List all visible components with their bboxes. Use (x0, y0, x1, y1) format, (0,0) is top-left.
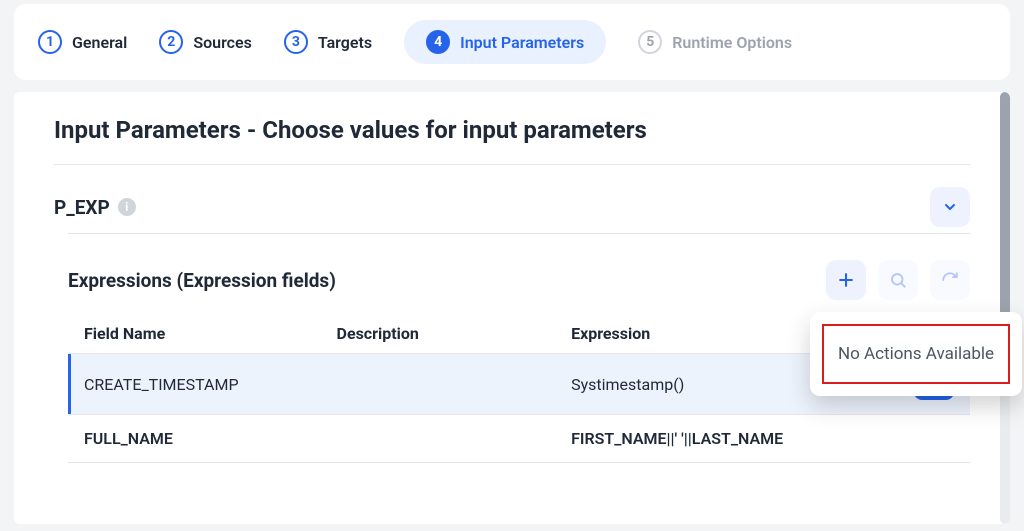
search-expression-button[interactable] (878, 260, 918, 300)
parameter-name-text: P_EXP (54, 196, 110, 219)
col-field-name: Field Name (68, 314, 321, 354)
step-label: Targets (318, 33, 372, 52)
step-runtime-options[interactable]: 5 Runtime Options (638, 30, 792, 54)
wizard-nav: 1 General 2 Sources 3 Targets 4 Input Pa… (14, 4, 1010, 80)
step-number-icon: 5 (638, 30, 662, 54)
step-number-icon: 2 (159, 30, 183, 54)
cell-description (321, 354, 556, 415)
step-label: Runtime Options (672, 33, 792, 52)
step-sources[interactable]: 2 Sources (159, 30, 252, 54)
collapse-toggle-button[interactable] (930, 187, 970, 227)
step-targets[interactable]: 3 Targets (284, 30, 372, 54)
parameter-name: P_EXP i (54, 196, 136, 219)
refresh-expression-button[interactable] (930, 260, 970, 300)
actions-popover: No Actions Available (810, 312, 1022, 396)
expressions-section-title: Expressions (Expression fields) (68, 269, 336, 292)
refresh-icon (941, 271, 959, 289)
step-label: Sources (193, 33, 252, 52)
parameter-header-row: P_EXP i (54, 165, 970, 233)
col-description: Description (321, 314, 556, 354)
info-icon[interactable]: i (118, 198, 136, 216)
table-row[interactable]: FULL_NAME FIRST_NAME||' '||LAST_NAME (68, 415, 970, 463)
add-expression-button[interactable] (826, 260, 866, 300)
cell-actions (898, 415, 970, 463)
expressions-action-bar (826, 260, 970, 300)
plus-icon (836, 270, 856, 290)
page-title: Input Parameters - Choose values for inp… (54, 116, 970, 144)
step-label: General (72, 33, 127, 52)
popover-message: No Actions Available (822, 324, 1010, 384)
content-card: Input Parameters - Choose values for inp… (14, 92, 1010, 524)
cell-expression: FIRST_NAME||' '||LAST_NAME (555, 415, 898, 463)
chevron-down-icon (942, 199, 958, 215)
step-number-icon: 4 (426, 30, 450, 54)
search-icon (889, 271, 907, 289)
cell-field-name: CREATE_TIMESTAMP (68, 354, 321, 415)
step-label: Input Parameters (460, 33, 584, 52)
step-general[interactable]: 1 General (38, 30, 127, 54)
step-number-icon: 3 (284, 30, 308, 54)
cell-description (321, 415, 556, 463)
expressions-section-header: Expressions (Expression fields) (54, 234, 970, 314)
cell-field-name[interactable]: FULL_NAME (68, 415, 321, 463)
step-input-parameters[interactable]: 4 Input Parameters (404, 20, 606, 64)
step-number-icon: 1 (38, 30, 62, 54)
